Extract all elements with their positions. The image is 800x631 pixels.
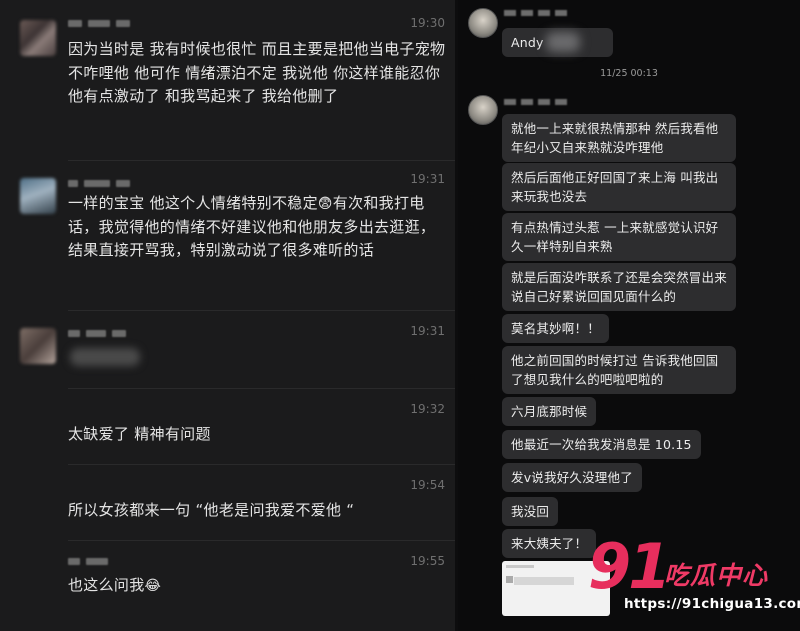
watermark-url: https://91chigua13.com <box>624 596 800 612</box>
message-time: 19:31 <box>410 324 445 338</box>
watermark-logo: 91 吃瓜中心 https://91chigua13.com <box>588 530 800 631</box>
message-text: Andy <box>511 35 544 50</box>
divider <box>68 464 455 465</box>
date-divider: 11/25 00:13 <box>600 68 658 79</box>
sender-name-blurred <box>68 180 130 187</box>
blurred-message <box>70 348 140 366</box>
thumbnail-detail <box>506 565 534 568</box>
fearful-face-icon: 😨 <box>317 196 333 212</box>
message-bubble: 他最近一次给我发消息是 10.15 <box>502 430 701 459</box>
sender-name-blurred <box>68 20 130 27</box>
message-bubble: 来大姨夫了！ <box>502 529 597 558</box>
message-time: 19:54 <box>410 478 445 492</box>
message-text-part: 一样的宝宝 他这个人情绪特别不稳定 <box>68 194 318 212</box>
divider <box>68 160 455 161</box>
blurred-region <box>546 32 580 52</box>
message-bubble: 发v说我好久没理他了 <box>502 463 642 492</box>
thumbnail-detail <box>506 576 513 583</box>
message-text: 因为当时是 我有时候也很忙 而且主要是把他当电子宠物 不咋哩他 他可作 情绪漂泊… <box>68 40 446 105</box>
thumbnail-detail <box>514 577 574 585</box>
message-bubble: 六月底那时候 <box>502 397 597 426</box>
message-time: 19:30 <box>410 16 445 30</box>
message-text: 太缺爱了 精神有问题 <box>68 425 211 443</box>
avatar[interactable] <box>20 20 56 56</box>
message-text: 所以女孩都来一句 “他老是问我爱不爱他 “ <box>68 501 355 519</box>
message-bubble: 然后后面他正好回国了来上海 叫我出来玩我也没去 <box>502 163 736 211</box>
divider <box>68 540 455 541</box>
message-bubble: 我没回 <box>502 497 559 526</box>
message-text-part: 也这么问我 <box>68 576 145 594</box>
avatar[interactable] <box>20 178 56 214</box>
message-bubble: 就他一上来就很热情那种 然后我看他年纪小又自来熟就没咋理他 <box>502 114 736 162</box>
avatar[interactable] <box>468 95 498 125</box>
message-time: 19:31 <box>410 172 445 186</box>
avatar[interactable] <box>468 8 498 38</box>
avatar[interactable] <box>20 328 56 364</box>
message-text: 也这么问我😂 <box>68 574 446 598</box>
message-time: 19:55 <box>410 554 445 568</box>
sender-name-blurred <box>68 330 126 337</box>
watermark-text: 吃瓜中心 <box>664 561 769 590</box>
message-bubble: 有点热情过头惹 一上来就感觉认识好久一样特别自来熟 <box>502 213 736 261</box>
message-bubble: 就是后面没咋联系了还是会突然冒出来说自己好累说回国见面什么的 <box>502 263 736 311</box>
sender-name-blurred <box>504 99 567 105</box>
message-bubble: Andy <box>502 28 613 57</box>
sender-name-blurred <box>504 10 567 16</box>
laughing-face-icon: 😂 <box>144 578 162 594</box>
divider <box>68 310 455 311</box>
left-chat-panel: 19:30 因为当时是 我有时候也很忙 而且主要是把他当电子宠物 不咋哩他 他可… <box>0 0 455 631</box>
message-bubble: 莫名其妙啊！！ <box>502 314 609 343</box>
divider <box>68 388 455 389</box>
watermark-number: 91 <box>588 530 671 603</box>
message-bubble: 他之前回国的时候打过 告诉我他回国了想见我什么的吧啦吧啦的 <box>502 346 736 394</box>
message-time: 19:32 <box>410 402 445 416</box>
message-text: 一样的宝宝 他这个人情绪特别不稳定😨有次和我打电话，我觉得他的情绪不好建议他和他… <box>68 192 446 263</box>
sender-name-blurred <box>68 558 108 565</box>
